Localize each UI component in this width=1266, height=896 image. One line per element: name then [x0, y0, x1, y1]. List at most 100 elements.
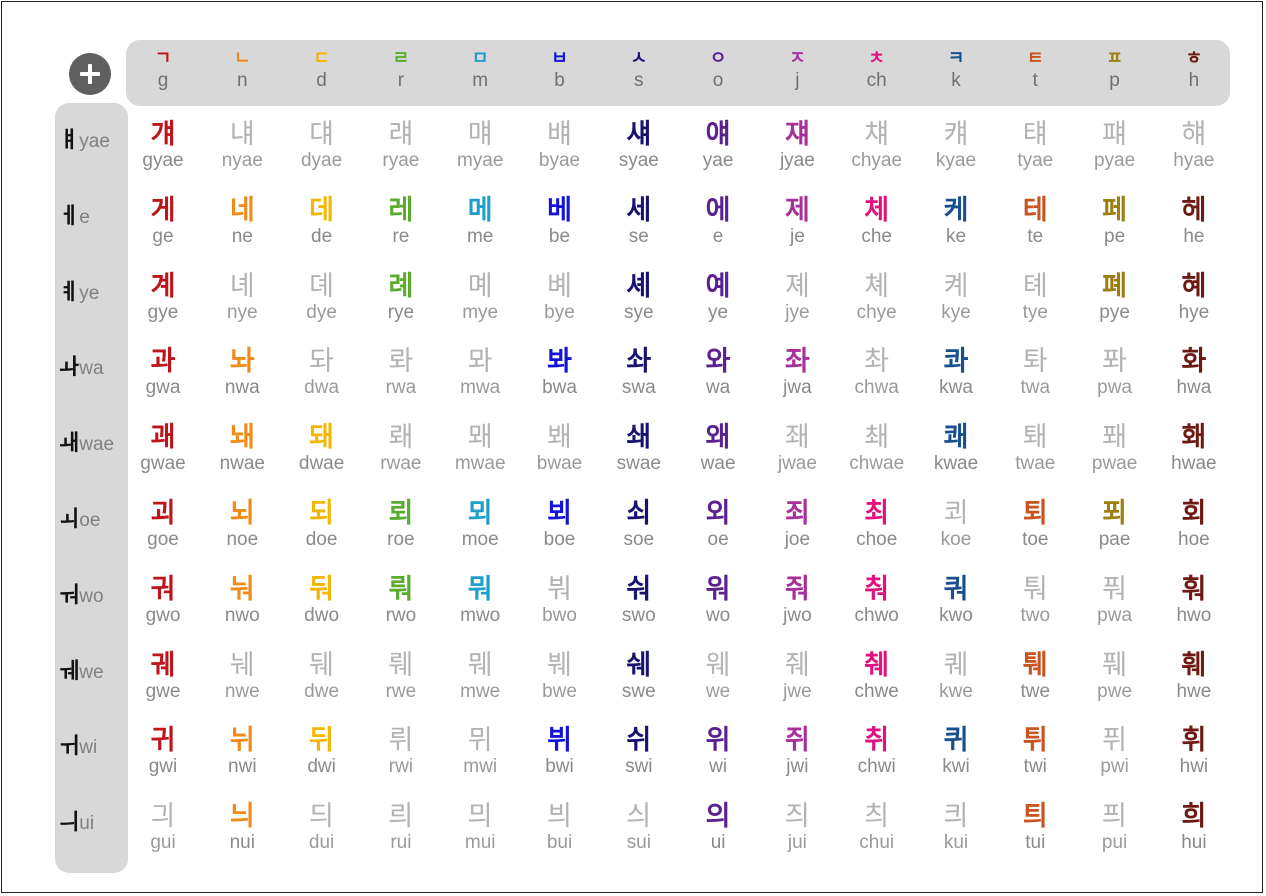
- syllable-cell[interactable]: 궤 gwe: [123, 650, 203, 703]
- syllable-cell[interactable]: 세 se: [599, 195, 679, 248]
- syllable-cell[interactable]: 퉈 two: [995, 574, 1075, 627]
- syllable-cell[interactable]: 체 che: [837, 195, 917, 248]
- syllable-cell[interactable]: 훼 hwe: [1154, 650, 1234, 703]
- syllable-cell[interactable]: 좨 jwae: [757, 423, 837, 475]
- syllable-cell[interactable]: 푀 pae: [1075, 499, 1155, 551]
- syllable-cell[interactable]: 냬 nyae: [202, 120, 282, 172]
- syllable-cell[interactable]: 튀 twi: [995, 726, 1075, 778]
- syllable-cell[interactable]: 뤼 rwi: [361, 726, 441, 778]
- syllable-cell[interactable]: 릐 rui: [361, 802, 441, 854]
- syllable-cell[interactable]: 웨 we: [678, 650, 758, 703]
- column-header-m[interactable]: ㅁm: [445, 48, 515, 92]
- column-header-n[interactable]: ㄴn: [207, 48, 277, 92]
- syllable-cell[interactable]: 톄 tye: [995, 271, 1075, 324]
- syllable-cell[interactable]: 취 chwi: [837, 726, 917, 778]
- syllable-cell[interactable]: 눼 nwe: [202, 650, 282, 703]
- syllable-cell[interactable]: 쟤 jyae: [757, 120, 837, 172]
- syllable-cell[interactable]: 틔 tui: [995, 802, 1075, 854]
- syllable-cell[interactable]: 메 me: [440, 195, 520, 248]
- syllable-cell[interactable]: 컈 kyae: [916, 120, 996, 172]
- syllable-cell[interactable]: 쉬 swi: [599, 726, 679, 778]
- syllable-cell[interactable]: 눠 nwo: [202, 574, 282, 627]
- syllable-cell[interactable]: 뫼 moe: [440, 499, 520, 551]
- column-header-p[interactable]: ㅍp: [1080, 48, 1150, 92]
- row-header-ye[interactable]: ㅖye: [59, 274, 131, 305]
- syllable-cell[interactable]: 혜 hye: [1154, 271, 1234, 324]
- syllable-cell[interactable]: 풰 pwe: [1075, 650, 1155, 703]
- syllable-cell[interactable]: 퇴 toe: [995, 499, 1075, 551]
- syllable-cell[interactable]: 케 ke: [916, 195, 996, 248]
- syllable-cell[interactable]: 되 doe: [282, 499, 362, 551]
- syllable-cell[interactable]: 몌 mye: [440, 271, 520, 324]
- column-header-t[interactable]: ㅌt: [1000, 48, 1070, 92]
- syllable-cell[interactable]: 홰 hwae: [1154, 423, 1234, 475]
- syllable-cell[interactable]: 롸 rwa: [361, 347, 441, 399]
- syllable-cell[interactable]: 쿼 kwo: [916, 574, 996, 627]
- syllable-cell[interactable]: 픠 pui: [1075, 802, 1155, 854]
- column-header-b[interactable]: ㅂb: [525, 48, 595, 92]
- row-header-wae[interactable]: ㅙwae: [59, 425, 131, 456]
- syllable-cell[interactable]: 뒤 dwi: [282, 726, 362, 778]
- syllable-cell[interactable]: 뢔 rwae: [361, 423, 441, 475]
- column-header-o[interactable]: ㅇo: [683, 48, 753, 92]
- syllable-cell[interactable]: 폐 pye: [1075, 271, 1155, 324]
- syllable-cell[interactable]: 챼 chyae: [837, 120, 917, 172]
- row-header-wo[interactable]: ㅝwo: [59, 577, 131, 608]
- syllable-cell[interactable]: 줘 jwo: [757, 574, 837, 627]
- column-header-s[interactable]: ㅅs: [604, 48, 674, 92]
- syllable-cell[interactable]: 붸 bwe: [520, 650, 600, 703]
- syllable-cell[interactable]: 퓌 pwi: [1075, 726, 1155, 778]
- syllable-cell[interactable]: 퀘 kwe: [916, 650, 996, 703]
- syllable-cell[interactable]: 돠 dwa: [282, 347, 362, 399]
- syllable-cell[interactable]: 뭐 mwo: [440, 574, 520, 627]
- syllable-cell[interactable]: 긔 gui: [123, 802, 203, 854]
- row-header-yae[interactable]: ㅒyae: [59, 122, 131, 153]
- syllable-cell[interactable]: 뉘 nwi: [202, 726, 282, 778]
- syllable-cell[interactable]: 괴 goe: [123, 499, 203, 551]
- syllable-cell[interactable]: 좌 jwa: [757, 347, 837, 399]
- syllable-cell[interactable]: 퇘 twae: [995, 423, 1075, 475]
- syllable-cell[interactable]: 쇠 soe: [599, 499, 679, 551]
- syllable-cell[interactable]: 제 je: [757, 195, 837, 248]
- row-header-we[interactable]: ㅞwe: [59, 653, 131, 684]
- syllable-cell[interactable]: 햬 hyae: [1154, 120, 1234, 172]
- syllable-cell[interactable]: 뷔 bwi: [520, 726, 600, 778]
- syllable-cell[interactable]: 섀 syae: [599, 120, 679, 172]
- syllable-cell[interactable]: 븨 bui: [520, 802, 600, 854]
- syllable-cell[interactable]: 쉐 swe: [599, 650, 679, 703]
- syllable-cell[interactable]: 턔 tyae: [995, 120, 1075, 172]
- syllable-cell[interactable]: 과 gwa: [123, 347, 203, 399]
- syllable-cell[interactable]: 풔 pwa: [1075, 574, 1155, 627]
- column-header-r[interactable]: ㄹr: [366, 48, 436, 92]
- syllable-cell[interactable]: 죄 joe: [757, 499, 837, 551]
- column-header-j[interactable]: ㅈj: [762, 48, 832, 92]
- syllable-cell[interactable]: 뇌 noe: [202, 499, 282, 551]
- row-header-e[interactable]: ㅔe: [59, 198, 131, 229]
- syllable-cell[interactable]: 솨 swa: [599, 347, 679, 399]
- syllable-cell[interactable]: 졔 jye: [757, 271, 837, 324]
- syllable-cell[interactable]: 쥐 jwi: [757, 726, 837, 778]
- syllable-cell[interactable]: 뮈 mwi: [440, 726, 520, 778]
- syllable-cell[interactable]: 훠 hwo: [1154, 574, 1234, 627]
- syllable-cell[interactable]: 화 hwa: [1154, 347, 1234, 399]
- row-header-ui[interactable]: ㅢui: [59, 804, 131, 835]
- syllable-cell[interactable]: 뤠 rwe: [361, 650, 441, 703]
- row-header-wi[interactable]: ㅟwi: [59, 728, 131, 759]
- column-header-d[interactable]: ㄷd: [287, 48, 357, 92]
- syllable-cell[interactable]: 듸 dui: [282, 802, 362, 854]
- syllable-cell[interactable]: 싀 sui: [599, 802, 679, 854]
- syllable-cell[interactable]: 괘 gwae: [123, 423, 203, 475]
- column-header-k[interactable]: ㅋk: [921, 48, 991, 92]
- syllable-cell[interactable]: 뭬 mwe: [440, 650, 520, 703]
- syllable-cell[interactable]: 줴 jwe: [757, 650, 837, 703]
- syllable-cell[interactable]: 네 ne: [202, 195, 282, 248]
- column-header-h[interactable]: ㅎh: [1159, 48, 1229, 92]
- syllable-cell[interactable]: 게 ge: [123, 195, 203, 248]
- syllable-cell[interactable]: 뫠 mwae: [440, 423, 520, 475]
- syllable-cell[interactable]: 녜 nye: [202, 271, 282, 324]
- syllable-cell[interactable]: 즤 jui: [757, 802, 837, 854]
- column-header-g[interactable]: ㄱg: [128, 48, 198, 92]
- syllable-cell[interactable]: 례 rye: [361, 271, 441, 324]
- syllable-cell[interactable]: 놰 nwae: [202, 423, 282, 475]
- syllable-cell[interactable]: 킈 kui: [916, 802, 996, 854]
